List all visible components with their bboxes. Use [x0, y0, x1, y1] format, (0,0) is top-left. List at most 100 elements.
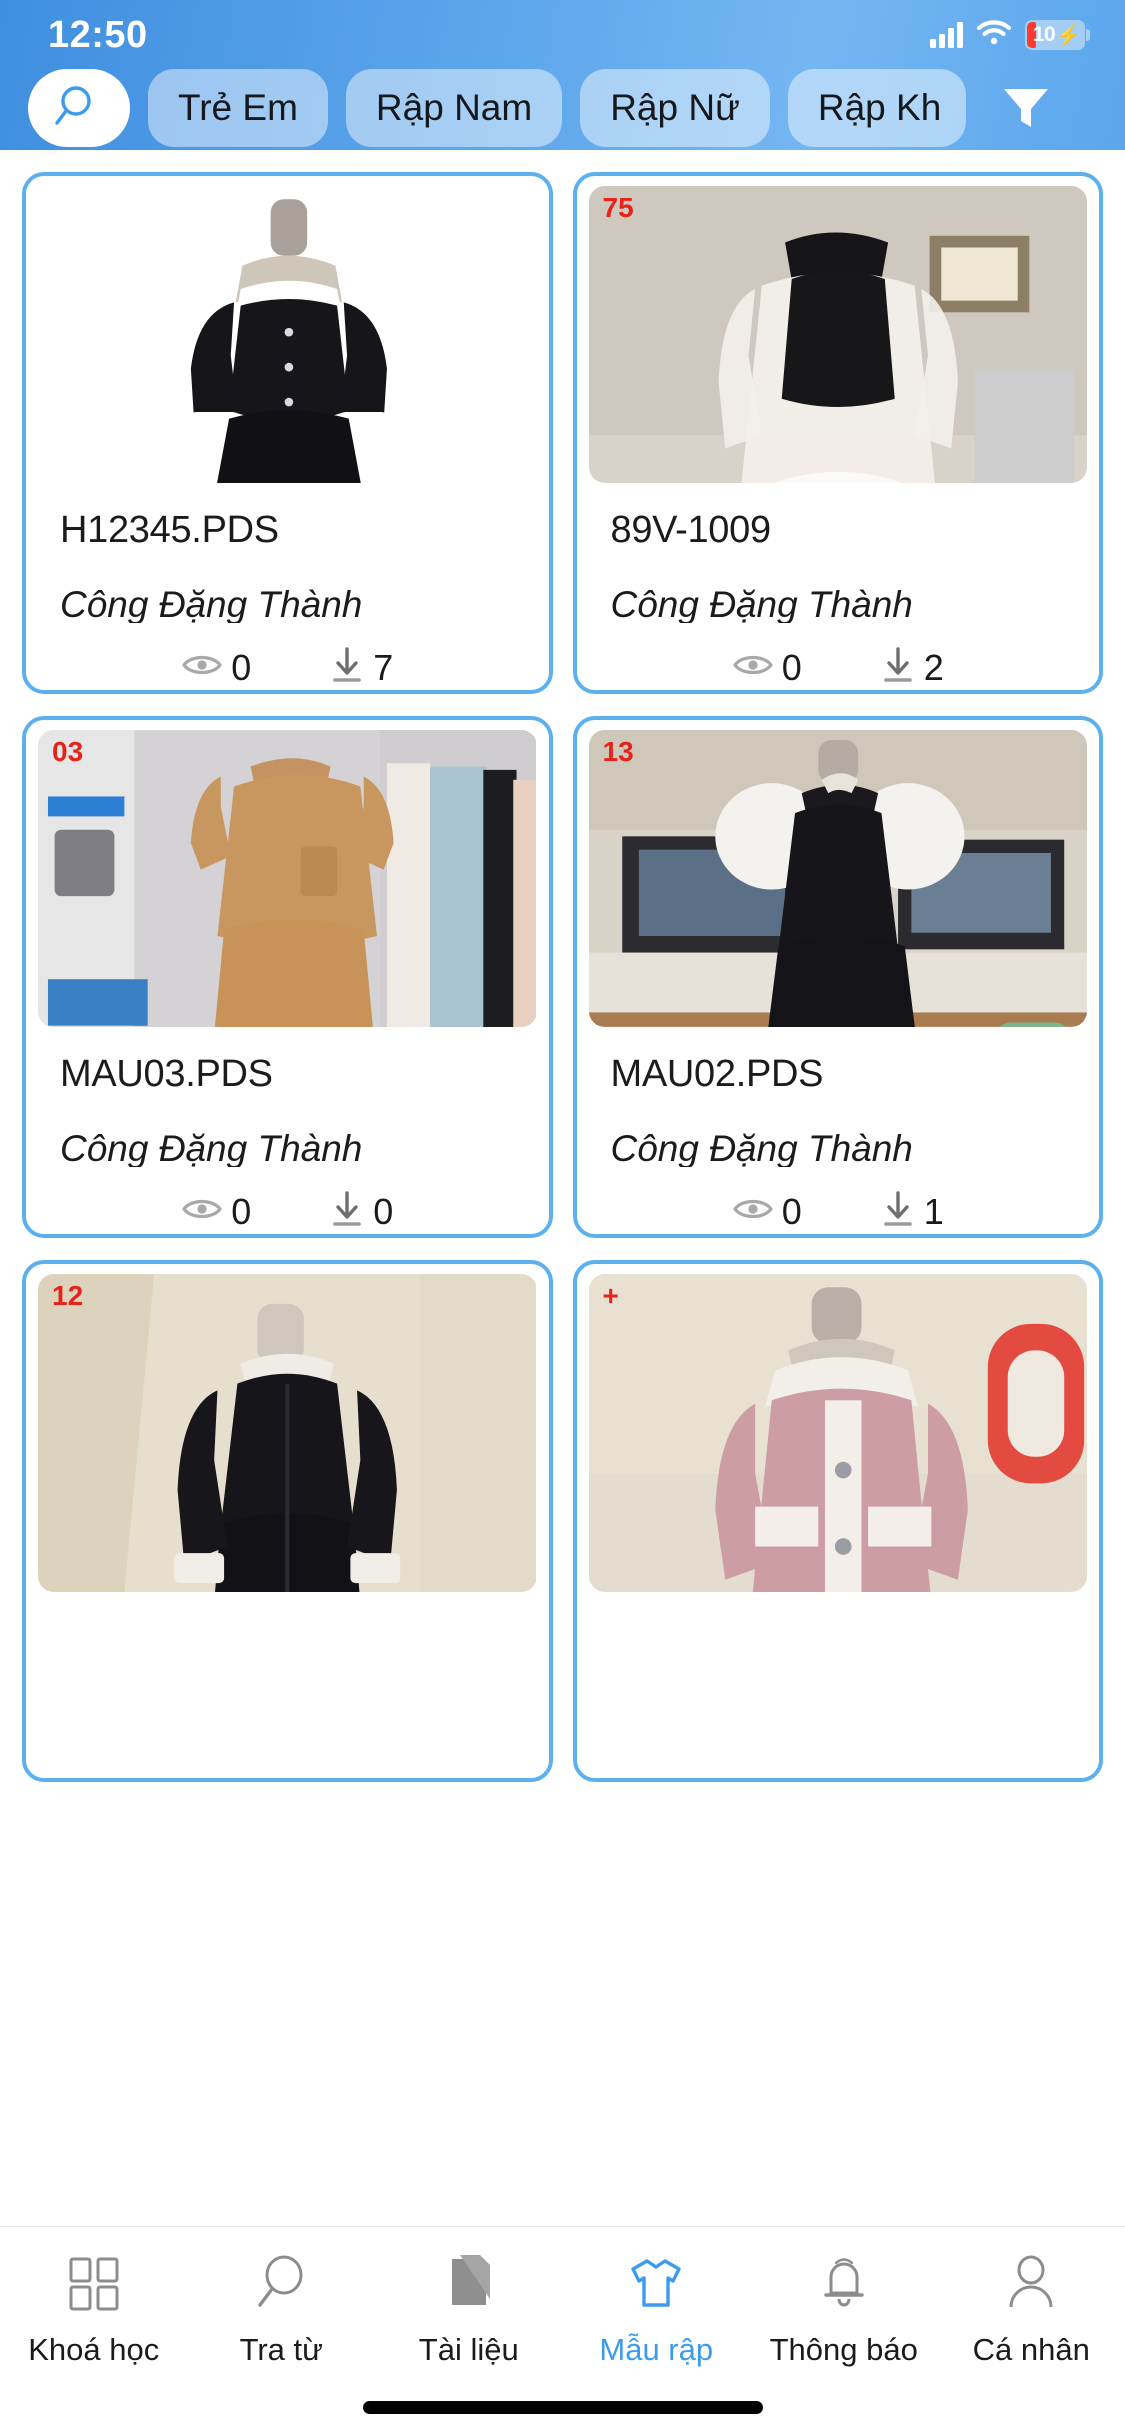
tab-tra-tu[interactable]: Tra từ: [188, 2253, 376, 2368]
bottom-tab-bar: Khoá học Tra từ Tài liệu Mẫu rập Thông b…: [0, 2226, 1125, 2436]
grid-squares-icon: [65, 2253, 123, 2316]
chip-tre-em[interactable]: Trẻ Em: [148, 69, 328, 147]
pattern-thumbnail[interactable]: 75: [588, 186, 1087, 484]
tab-thong-bao[interactable]: Thông báo: [750, 2253, 938, 2368]
download-count-value: 7: [373, 646, 394, 688]
black-lace-dress-image: [588, 730, 1087, 1028]
view-count-value: 0: [231, 1190, 252, 1232]
tab-label: Khoá học: [28, 2332, 160, 2367]
pattern-badge: +: [602, 1280, 619, 1311]
download-count: 7: [329, 645, 393, 690]
cellular-signal-icon: [930, 22, 963, 48]
pattern-stats: 0 7: [26, 645, 549, 690]
filter-funnel-icon: [995, 75, 1057, 142]
view-count-value: 0: [231, 646, 252, 688]
download-icon: [880, 645, 916, 690]
pink-tweed-dress-image: [588, 1274, 1087, 1592]
app-screen: 12:50 10 ⚡ Trẻ Em Rập Nam Rập Nữ Rập Kh …: [0, 0, 1125, 2436]
person-icon: [1002, 2253, 1060, 2316]
tab-label: Cá nhân: [972, 2332, 1090, 2367]
tan-dress-image: [38, 730, 537, 1028]
pattern-author: Công Đặng Thành: [60, 583, 363, 623]
magnifier-icon: [252, 2253, 310, 2316]
pattern-stats: 0 1: [577, 1189, 1100, 1234]
chip-label: Rập Nữ: [610, 87, 740, 128]
documents-icon: [440, 2253, 498, 2316]
battery-indicator: 10 ⚡: [1025, 20, 1090, 50]
bolt-icon: ⚡: [1056, 24, 1082, 47]
pattern-thumbnail[interactable]: 12: [38, 1274, 537, 1592]
pattern-card[interactable]: 75 89V-1009 Công Đặng Thành 0 2: [572, 172, 1103, 694]
search-button[interactable]: [28, 69, 130, 147]
download-count: 2: [880, 645, 944, 690]
home-indicator[interactable]: [362, 2401, 763, 2414]
pattern-thumbnail[interactable]: +: [588, 1274, 1087, 1592]
eye-icon: [732, 650, 774, 685]
search-icon: [54, 81, 104, 136]
tab-label: Thông báo: [769, 2332, 918, 2367]
tab-label: Mẫu rập: [599, 2332, 714, 2367]
pattern-thumbnail[interactable]: 13: [588, 730, 1087, 1028]
pattern-thumbnail[interactable]: 03: [38, 730, 537, 1028]
pattern-card[interactable]: 12: [22, 1260, 553, 1782]
wifi-icon: [976, 19, 1012, 51]
status-bar-clock: 12:50: [48, 13, 148, 56]
pattern-author: Công Đặng Thành: [610, 1127, 913, 1167]
download-icon: [329, 645, 365, 690]
download-count-value: 2: [923, 646, 944, 688]
app-header: 12:50 10 ⚡ Trẻ Em Rập Nam Rập Nữ Rập Kh: [0, 0, 1125, 150]
battery-level: 10: [1032, 23, 1056, 46]
pattern-title: MAU03.PDS: [60, 1053, 273, 1094]
pattern-stats: 0 2: [577, 645, 1100, 690]
filter-button[interactable]: [992, 75, 1060, 142]
chip-rap-nam[interactable]: Rập Nam: [345, 69, 563, 147]
status-bar: 12:50 10 ⚡: [0, 0, 1125, 70]
download-count-value: 0: [373, 1190, 394, 1232]
chip-label: Trẻ Em: [178, 87, 298, 128]
pattern-stats: 0 0: [26, 1189, 549, 1234]
download-icon: [329, 1189, 365, 1234]
pattern-card[interactable]: 03 MAU03.PDS Công Đặng Thành 0 0: [22, 716, 553, 1238]
view-count: 0: [732, 647, 802, 689]
download-count: 0: [329, 1189, 393, 1234]
pattern-badge: 03: [52, 736, 84, 767]
black-dress-image: [38, 186, 537, 484]
view-count: 0: [181, 1191, 251, 1233]
tab-khoa-hoc[interactable]: Khoá học: [0, 2253, 188, 2368]
pattern-author: Công Đặng Thành: [610, 583, 913, 623]
chip-label: Rập Kh: [817, 87, 942, 128]
view-count: 0: [181, 647, 251, 689]
eye-icon: [181, 650, 223, 685]
pattern-title: MAU02.PDS: [610, 1053, 824, 1094]
pattern-card[interactable]: H12345.PDS Công Đặng Thành 0 7: [22, 172, 553, 694]
download-icon: [880, 1189, 916, 1234]
pattern-title: 89V-1009: [610, 509, 772, 550]
pattern-badge: 12: [52, 1280, 84, 1311]
chip-rap-khac[interactable]: Rập Kh: [787, 69, 966, 147]
tab-label: Tài liệu: [418, 2332, 519, 2367]
tab-label: Tra từ: [239, 2332, 323, 2367]
status-bar-indicators: 10 ⚡: [930, 19, 1090, 51]
view-count-value: 0: [781, 646, 802, 688]
pattern-badge: 75: [602, 192, 634, 223]
category-chip-row: Trẻ Em Rập Nam Rập Nữ Rập Kh: [0, 66, 1125, 150]
pattern-grid: H12345.PDS Công Đặng Thành 0 7 75 89V-10…: [0, 150, 1125, 2226]
pattern-badge: 13: [602, 736, 634, 767]
tab-tai-lieu[interactable]: Tài liệu: [375, 2253, 563, 2368]
pattern-thumbnail[interactable]: [38, 186, 537, 484]
download-count-value: 1: [923, 1190, 944, 1232]
pattern-card[interactable]: +: [572, 1260, 1103, 1782]
tab-mau-rap[interactable]: Mẫu rập: [563, 2253, 751, 2368]
chip-label: Rập Nam: [375, 87, 533, 128]
download-count: 1: [880, 1189, 944, 1234]
view-count-value: 0: [781, 1190, 802, 1232]
pattern-author: Công Đặng Thành: [60, 1127, 363, 1167]
tshirt-icon: [627, 2253, 685, 2316]
view-count: 0: [732, 1191, 802, 1233]
tab-ca-nhan[interactable]: Cá nhân: [938, 2253, 1125, 2368]
eye-icon: [732, 1194, 774, 1229]
chip-rap-nu[interactable]: Rập Nữ: [580, 69, 770, 147]
bell-icon: [815, 2253, 873, 2316]
pattern-card[interactable]: 13 MAU02.PDS Công Đặng Thành 0 1: [572, 716, 1103, 1238]
pattern-title: H12345.PDS: [60, 509, 279, 550]
